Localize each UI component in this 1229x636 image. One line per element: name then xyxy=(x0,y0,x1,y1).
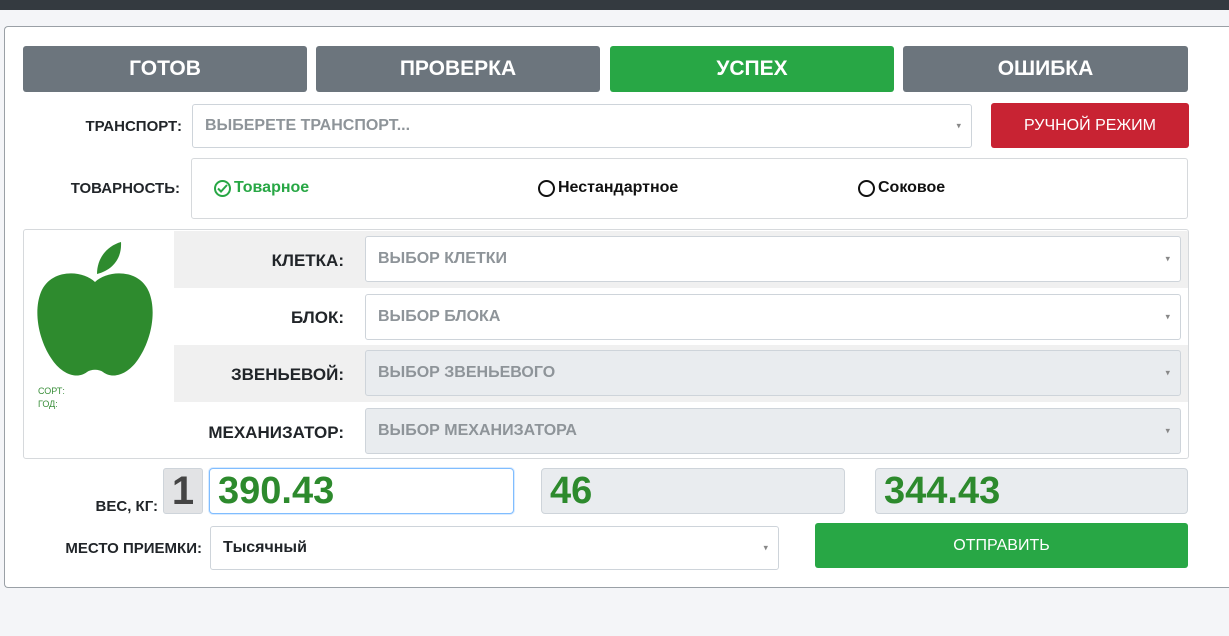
status-success-button[interactable]: УСПЕХ xyxy=(610,46,894,92)
operator-select-placeholder: ВЫБОР МЕХАНИЗАТОРА xyxy=(378,422,577,439)
quality-label: ТОВАРНОСТЬ: xyxy=(70,179,180,197)
block-select[interactable]: ВЫБОР БЛОКА ▾ xyxy=(365,294,1181,340)
status-check-button[interactable]: ПРОВЕРКА xyxy=(316,46,600,92)
tare-weight-field: 46 xyxy=(541,468,845,514)
status-error-button[interactable]: ОШИБКА xyxy=(903,46,1188,92)
block-label: БЛОК: xyxy=(291,308,344,327)
quality-radio-group xyxy=(191,158,1188,219)
chevron-down-icon: ▾ xyxy=(1165,367,1170,378)
transport-select[interactable]: ВЫБЕРЕТЕ ТРАНСПОРТ... ▾ xyxy=(192,104,972,148)
scale-index: 1 xyxy=(163,468,203,514)
quality-option-commercial[interactable]: Товарное xyxy=(214,176,309,200)
team-leader-select[interactable]: ВЫБОР ЗВЕНЬЕВОГО ▾ xyxy=(365,350,1181,396)
team-leader-label: ЗВЕНЬЕВОЙ: xyxy=(230,365,344,384)
block-select-placeholder: ВЫБОР БЛОКА xyxy=(378,308,501,325)
year-label: ГОД: xyxy=(38,399,58,409)
chevron-down-icon: ▾ xyxy=(1165,311,1170,322)
chevron-down-icon: ▾ xyxy=(956,120,961,131)
manual-mode-button[interactable]: РУЧНОЙ РЕЖИМ xyxy=(991,103,1189,148)
location-select[interactable]: Тысячный ▾ xyxy=(210,526,779,570)
location-label: МЕСТО ПРИЕМКИ: xyxy=(65,539,202,557)
chevron-down-icon: ▾ xyxy=(763,542,768,553)
submit-button[interactable]: ОТПРАВИТЬ xyxy=(815,523,1188,568)
chevron-down-icon: ▾ xyxy=(1165,425,1170,436)
check-circle-icon xyxy=(214,179,231,197)
quality-option-label: Нестандартное xyxy=(558,179,679,196)
apple-icon xyxy=(35,240,155,390)
operator-label: МЕХАНИЗАТОР: xyxy=(208,423,344,442)
operator-select[interactable]: ВЫБОР МЕХАНИЗАТОРА ▾ xyxy=(365,408,1181,454)
radio-circle-icon xyxy=(858,179,875,197)
quality-option-juice[interactable]: Соковое xyxy=(858,176,945,200)
cell-label: КЛЕТКА: xyxy=(271,251,344,270)
net-weight-field: 344.43 xyxy=(875,468,1188,514)
cell-select-placeholder: ВЫБОР КЛЕТКИ xyxy=(378,250,507,267)
cell-select[interactable]: ВЫБОР КЛЕТКИ ▾ xyxy=(365,236,1181,282)
radio-circle-icon xyxy=(538,179,555,197)
transport-select-placeholder: ВЫБЕРЕТЕ ТРАНСПОРТ... xyxy=(205,117,411,134)
weight-label: ВЕС, КГ: xyxy=(95,497,158,515)
team-leader-select-placeholder: ВЫБОР ЗВЕНЬЕВОГО xyxy=(378,364,556,381)
quality-option-nonstandard[interactable]: Нестандартное xyxy=(538,176,678,200)
gross-weight-input[interactable]: 390.43 xyxy=(209,468,514,514)
quality-option-label: Товарное xyxy=(234,179,310,196)
quality-option-label: Соковое xyxy=(878,179,946,196)
transport-label: ТРАНСПОРТ: xyxy=(85,117,182,135)
chevron-down-icon: ▾ xyxy=(1165,253,1170,264)
top-bar xyxy=(0,0,1229,10)
status-ready-button[interactable]: ГОТОВ xyxy=(23,46,307,92)
sort-label: СОРТ: xyxy=(38,386,65,396)
location-select-value: Тысячный xyxy=(223,539,307,556)
